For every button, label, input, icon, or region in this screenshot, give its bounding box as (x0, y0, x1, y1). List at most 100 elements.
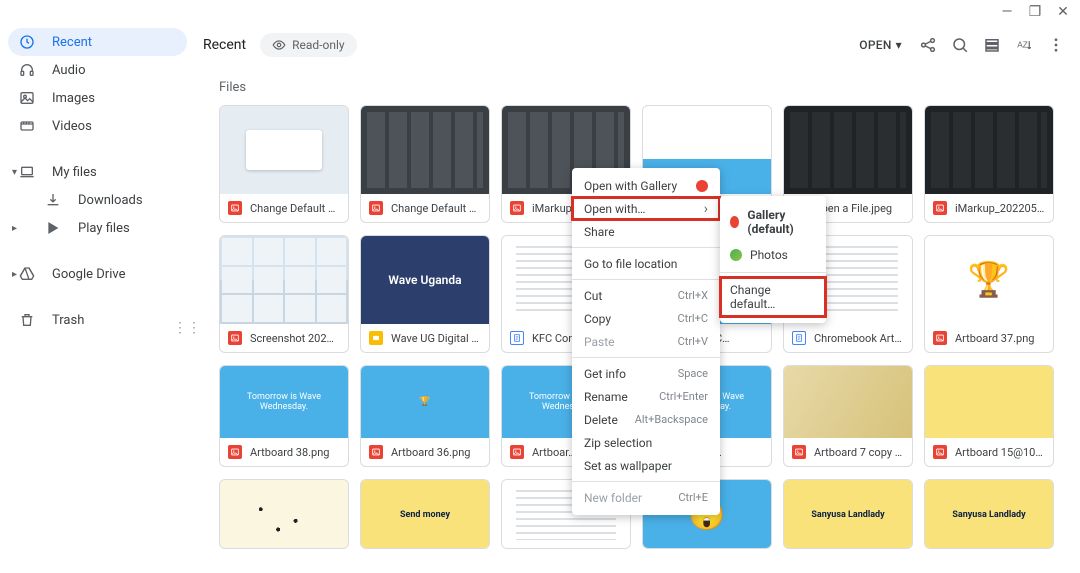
ctx-open-gallery[interactable]: Open with Gallery (572, 174, 720, 197)
ctx-rename[interactable]: RenameCtrl+Enter (572, 385, 720, 408)
separator (572, 357, 720, 358)
thumbnail: Send money (361, 480, 489, 549)
submenu-change-default[interactable]: Change default… (720, 277, 826, 317)
thumbnail: Wave Uganda (361, 236, 489, 324)
thumbnail: 🏆 (361, 366, 489, 438)
chevron-right-icon[interactable]: ▸ (12, 223, 17, 234)
submenu-gallery[interactable]: Gallery (default) (720, 202, 826, 242)
caption: Artboard 37.png (925, 324, 1053, 352)
file-name: iMarkup_2022052… (955, 202, 1045, 215)
window-maximize-icon[interactable]: ❐ (1028, 5, 1042, 19)
filetype-icon (510, 201, 524, 215)
ctx-zip[interactable]: Zip selection (572, 431, 720, 454)
sidebar-item-images[interactable]: Images (8, 84, 187, 112)
caption: Wave UG Digital Co… (361, 324, 489, 352)
file-name: Wave UG Digital Co… (391, 332, 481, 345)
ctx-paste: PasteCtrl+V (572, 330, 720, 353)
window-minimize-icon[interactable]: — (1000, 5, 1014, 19)
filetype-icon (510, 331, 524, 345)
file-card[interactable]: iMarkup_2022052… (924, 105, 1054, 223)
thumbnail (925, 366, 1053, 438)
caption: Artboard 38.png (220, 438, 348, 466)
file-card[interactable] (219, 479, 349, 549)
file-card[interactable]: Tomorrow is Wave Wednesday.Artboard 38.p… (219, 365, 349, 467)
sidebar-item-downloads[interactable]: Downloads (8, 186, 187, 214)
chevron-right-icon[interactable]: ▸ (12, 269, 17, 280)
caption: iMarkup_2022052… (925, 194, 1053, 222)
chevron-down-icon[interactable]: ▾ (12, 167, 17, 178)
open-button[interactable]: OPEN ▾ (853, 34, 908, 56)
file-card[interactable]: Wave Uganda Wave UG Digital Co… (360, 235, 490, 353)
clock-icon (18, 33, 36, 51)
file-card[interactable]: Change Default app… (360, 105, 490, 223)
ctx-share[interactable]: Share (572, 220, 720, 243)
more-icon[interactable] (1044, 33, 1068, 57)
window-close-icon[interactable]: ✕ (1056, 5, 1070, 19)
breadcrumb[interactable]: Recent (203, 37, 246, 53)
filetype-icon (792, 445, 806, 459)
sidebar-item-label: Play files (78, 221, 130, 236)
file-name: Chromebook Article… (814, 332, 904, 345)
filetype-icon (933, 201, 947, 215)
filetype-icon (369, 201, 383, 215)
ctx-goto[interactable]: Go to file location (572, 252, 720, 275)
drag-handle-icon[interactable]: ⋮⋮ (173, 320, 201, 336)
sidebar-item-drive[interactable]: ▸ Google Drive (8, 260, 187, 288)
file-card[interactable]: Sanyusa Landlady (783, 479, 913, 549)
sidebar-item-label: Downloads (78, 193, 143, 208)
file-name: Artboard 36.png (391, 446, 470, 459)
sort-icon[interactable]: AZ (1012, 33, 1036, 57)
ctx-info[interactable]: Get infoSpace (572, 362, 720, 385)
filetype-icon (510, 445, 524, 459)
ctx-copy[interactable]: CopyCtrl+C (572, 307, 720, 330)
sidebar-item-playfiles[interactable]: ▸ Play files (8, 214, 187, 242)
file-name: Screenshot 2022-0… (250, 332, 340, 345)
readonly-label: Read-only (292, 38, 344, 52)
file-name: Artboard 38.png (250, 446, 329, 459)
file-name: Artboard 15@100x-… (955, 446, 1045, 459)
filetype-icon (228, 201, 242, 215)
submenu-photos[interactable]: Photos (720, 242, 826, 268)
file-card[interactable]: Artboard 15@100x-… (924, 365, 1054, 467)
caption: Screenshot 2022-0… (220, 324, 348, 352)
gallery-app-icon (730, 216, 739, 228)
file-card[interactable]: Change Default app… (219, 105, 349, 223)
eye-icon (272, 38, 286, 52)
svg-text:AZ: AZ (1017, 40, 1028, 49)
download-icon (44, 191, 62, 209)
caption: Change Default app… (220, 194, 348, 222)
headphones-icon (18, 61, 36, 79)
search-icon[interactable] (948, 33, 972, 57)
caption: Artboard 36.png (361, 438, 489, 466)
ctx-delete[interactable]: DeleteAlt+Backspace (572, 408, 720, 431)
thumbnail: Sanyusa Landlady (925, 480, 1053, 549)
filetype-icon (228, 331, 242, 345)
file-card[interactable]: Sanyusa Landlady (924, 479, 1054, 549)
sidebar-item-label: My files (52, 165, 97, 180)
file-card[interactable]: 🏆Artboard 37.png (924, 235, 1054, 353)
filetype-icon (228, 445, 242, 459)
file-card[interactable]: 🏆 Artboard 36.png (360, 365, 490, 467)
caption: Change Default app… (361, 194, 489, 222)
laptop-icon (18, 163, 36, 181)
sidebar-item-label: Videos (52, 119, 92, 134)
sidebar-item-videos[interactable]: Videos (8, 112, 187, 140)
chevron-right-icon: › (704, 201, 708, 217)
file-name: Artboard 7 copy 8.… (814, 446, 904, 459)
view-toggle-icon[interactable] (980, 33, 1004, 57)
sidebar-item-audio[interactable]: Audio (8, 56, 187, 84)
share-icon[interactable] (916, 33, 940, 57)
ctx-wallpaper[interactable]: Set as wallpaper (572, 454, 720, 477)
filetype-icon (933, 445, 947, 459)
file-card[interactable]: Screenshot 2022-0… (219, 235, 349, 353)
sidebar-item-trash[interactable]: Trash (8, 306, 187, 334)
file-name: Change Default app… (391, 202, 481, 215)
ctx-cut[interactable]: CutCtrl+X (572, 284, 720, 307)
sidebar-item-myfiles[interactable]: ▾ My files (8, 158, 187, 186)
file-card[interactable]: Artboard 7 copy 8.… (783, 365, 913, 467)
sidebar-item-recent[interactable]: Recent (8, 28, 187, 56)
file-card[interactable]: Send money (360, 479, 490, 549)
image-icon (18, 89, 36, 107)
ctx-open-with[interactable]: Open with… › (572, 197, 720, 220)
caption: Artboard 15@100x-… (925, 438, 1053, 466)
